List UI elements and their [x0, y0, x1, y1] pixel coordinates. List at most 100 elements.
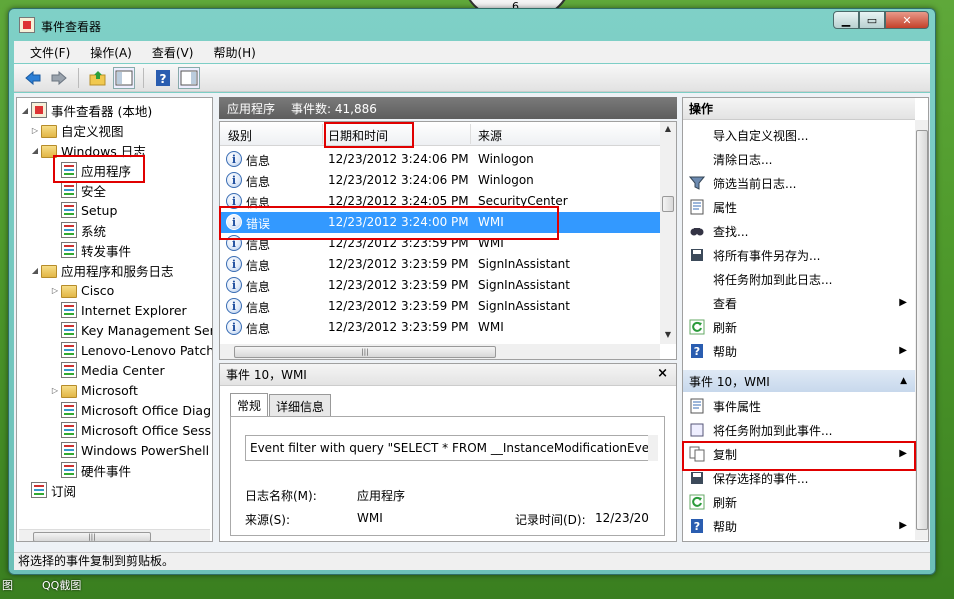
- column-datetime[interactable]: 日期和时间: [328, 127, 388, 144]
- action-item[interactable]: 属性: [683, 196, 915, 218]
- forward-button[interactable]: [48, 67, 70, 89]
- tree-item[interactable]: ▷ Microsoft: [49, 380, 138, 400]
- action-item[interactable]: 事件属性: [683, 395, 915, 417]
- event-actions-header[interactable]: 事件 10，WMI ▲: [683, 370, 915, 392]
- title-bar[interactable]: 事件查看器 ▁ ▭ ✕: [9, 9, 935, 39]
- event-row[interactable]: i 信息 12/23/2012 3:23:59 PM SignInAssistant: [220, 296, 660, 317]
- tree-hscroll[interactable]: |||: [19, 529, 210, 541]
- tree-item-label: Lenovo-Lenovo Patch U: [81, 342, 213, 358]
- tree-item[interactable]: ◢ 事件查看器 (本地): [19, 100, 152, 120]
- tree-item-label: Microsoft Office Sessic: [81, 422, 213, 438]
- back-button[interactable]: [22, 67, 44, 89]
- menu-file[interactable]: 文件(F): [20, 44, 80, 61]
- action-item[interactable]: 刷新: [683, 316, 915, 338]
- expand-arrow-icon[interactable]: ▷: [49, 286, 61, 295]
- column-separator[interactable]: [322, 124, 323, 144]
- column-separator[interactable]: [470, 124, 471, 144]
- tree-item[interactable]: 转发事件: [49, 240, 131, 260]
- event-row[interactable]: i 信息 12/23/2012 3:23:59 PM WMI: [220, 233, 660, 254]
- action-item[interactable]: 查看 ▶: [683, 292, 915, 314]
- action-item[interactable]: 复制 ▶: [683, 443, 915, 465]
- tree-item[interactable]: Windows PowerShell: [49, 440, 209, 460]
- action-item[interactable]: 将任务附加到此日志...: [683, 268, 915, 290]
- event-row[interactable]: i 信息 12/23/2012 3:23:59 PM SignInAssistant: [220, 275, 660, 296]
- action-item[interactable]: 清除日志...: [683, 148, 915, 170]
- collapse-arrow-icon[interactable]: ◢: [29, 266, 41, 275]
- copy-icon: [689, 446, 705, 462]
- minimize-button[interactable]: ▁: [833, 11, 859, 29]
- action-item[interactable]: 保存选择的事件...: [683, 467, 915, 489]
- tree-item[interactable]: ▷ Cisco: [49, 280, 114, 300]
- scroll-thumb[interactable]: |||: [33, 532, 151, 541]
- event-datetime: 12/23/2012 3:24:00 PM: [328, 215, 469, 229]
- event-list-hscroll[interactable]: |||: [220, 344, 660, 359]
- event-list-vscroll[interactable]: ▲ ▼: [660, 122, 676, 344]
- tree-item[interactable]: 系统: [49, 220, 106, 240]
- event-row[interactable]: i 信息 12/23/2012 3:24:05 PM SecurityCenter: [220, 191, 660, 212]
- tree-item[interactable]: ▷ 自定义视图: [29, 120, 124, 140]
- action-item[interactable]: ? 帮助 ▶: [683, 515, 915, 537]
- info-icon: i: [226, 277, 242, 293]
- tree-item[interactable]: Internet Explorer: [49, 300, 187, 320]
- tree-item[interactable]: 订阅: [19, 480, 76, 500]
- detail-title: 事件 10，WMI: [226, 368, 307, 382]
- menu-view[interactable]: 查看(V): [142, 44, 204, 61]
- detail-close-button[interactable]: ×: [657, 366, 668, 381]
- desktop-icon-label[interactable]: QQ截图: [42, 577, 81, 593]
- help-button[interactable]: ?: [152, 67, 174, 89]
- action-item[interactable]: 刷新: [683, 491, 915, 513]
- collapse-arrow-icon[interactable]: ◢: [29, 146, 41, 155]
- show-hide-action-pane-button[interactable]: [178, 66, 200, 89]
- action-label: 复制: [713, 447, 738, 462]
- action-item[interactable]: 导入自定义视图...: [683, 124, 915, 146]
- tree-item[interactable]: 应用程序: [49, 160, 131, 180]
- scroll-thumb[interactable]: |||: [234, 346, 496, 358]
- expand-arrow-icon[interactable]: ▷: [49, 386, 61, 395]
- action-item[interactable]: 将任务附加到此事件...: [683, 419, 915, 441]
- event-row[interactable]: i 信息 12/23/2012 3:23:59 PM SignInAssistant: [220, 254, 660, 275]
- log-title: 应用程序: [227, 101, 276, 116]
- client-area: ◢ 事件查看器 (本地) ▷ 自定义视图 ◢ Windows 日志 应用程序 安全 Setup 系…: [14, 93, 930, 552]
- scroll-thumb[interactable]: [662, 196, 674, 212]
- event-message[interactable]: Event filter with query "SELECT * FROM _…: [245, 435, 658, 461]
- tree-item[interactable]: Microsoft Office Diagn: [49, 400, 212, 420]
- scroll-down-arrow[interactable]: ▼: [660, 328, 676, 342]
- actions-vscroll[interactable]: [915, 120, 928, 540]
- tree-item[interactable]: Microsoft Office Sessic: [49, 420, 213, 440]
- tree-item[interactable]: ◢ Windows 日志: [29, 140, 146, 160]
- action-item[interactable]: 筛选当前日志...: [683, 172, 915, 194]
- desktop-icon-label[interactable]: 图: [2, 577, 13, 593]
- event-row[interactable]: i 信息 12/23/2012 3:24:06 PM Winlogon: [220, 149, 660, 170]
- scroll-up-arrow[interactable]: ▲: [660, 122, 676, 136]
- tree-item[interactable]: ◢ 应用程序和服务日志: [29, 260, 174, 280]
- expand-arrow-icon[interactable]: ▷: [29, 126, 41, 135]
- message-vscroll[interactable]: [648, 435, 658, 461]
- event-row[interactable]: i 错误 12/23/2012 3:24:00 PM WMI: [220, 212, 660, 233]
- show-hide-tree-button[interactable]: [113, 66, 135, 89]
- detail-header: 事件 10，WMI ×: [220, 364, 676, 386]
- tree-item[interactable]: 硬件事件: [49, 460, 131, 480]
- column-source[interactable]: 来源: [478, 127, 502, 144]
- event-list-header: 级别 日期和时间 来源: [220, 122, 660, 146]
- event-viewer-icon: [19, 17, 35, 33]
- event-row[interactable]: i 信息 12/23/2012 3:23:59 PM WMI: [220, 317, 660, 338]
- scroll-thumb[interactable]: [916, 130, 928, 530]
- tree-item[interactable]: Media Center: [49, 360, 165, 380]
- menu-help[interactable]: 帮助(H): [203, 44, 265, 61]
- collapse-icon[interactable]: ▲: [900, 376, 907, 386]
- collapse-arrow-icon[interactable]: ◢: [19, 106, 31, 115]
- tree-item[interactable]: Key Management Serv: [49, 320, 212, 340]
- up-folder-button[interactable]: [87, 67, 109, 89]
- action-item[interactable]: 查找...: [683, 220, 915, 242]
- tree-item[interactable]: 安全: [49, 180, 106, 200]
- action-item[interactable]: 将所有事件另存为...: [683, 244, 915, 266]
- maximize-button[interactable]: ▭: [859, 11, 885, 29]
- info-icon: i: [226, 214, 242, 230]
- tree-item[interactable]: Setup: [49, 200, 117, 220]
- close-button[interactable]: ✕: [885, 11, 929, 29]
- menu-action[interactable]: 操作(A): [80, 44, 142, 61]
- tree-item[interactable]: Lenovo-Lenovo Patch U: [49, 340, 213, 360]
- column-level[interactable]: 级别: [228, 127, 252, 144]
- event-row[interactable]: i 信息 12/23/2012 3:24:06 PM Winlogon: [220, 170, 660, 191]
- action-item[interactable]: ? 帮助 ▶: [683, 340, 915, 362]
